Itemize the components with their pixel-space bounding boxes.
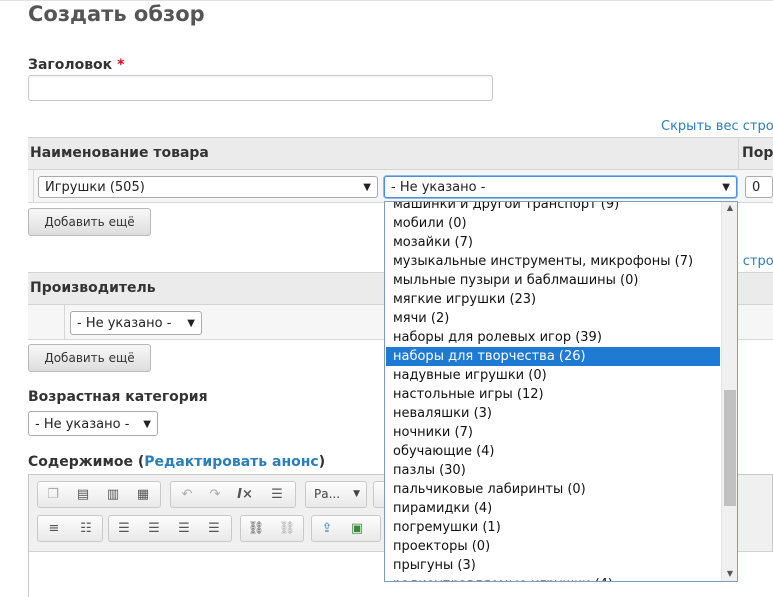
align-toolbar-group: ☰ ☰ ☰ ☰ [108,515,232,542]
dropdown-option[interactable]: музыкальные инструменты, микрофоны (7) [386,252,720,271]
dropdown-option[interactable]: пальчиковые лабиринты (0) [386,480,720,499]
upload-icon[interactable]: ⇪ [315,518,339,540]
copy-icon[interactable]: ❐ [41,484,65,506]
dropdown-option[interactable]: мягкие игрушки (23) [386,290,720,309]
dropdown-option[interactable]: мобили (0) [386,214,720,233]
title-input[interactable] [28,75,493,101]
dropdown-option[interactable]: надувные игрушки (0) [386,366,720,385]
horizontal-rule-icon[interactable]: ☰ [265,484,289,506]
dropdown-option[interactable]: наборы для творчества (26) [386,347,720,366]
age-category-select[interactable]: - Не указано - ▼ [28,411,158,436]
product-name-header: Наименование товара [30,145,209,161]
manufacturer-header: Производитель [30,280,156,296]
dropdown-option[interactable]: погремушки (1) [386,518,720,537]
scroll-thumb[interactable] [724,390,736,506]
unlink-icon[interactable]: ⛓ [275,518,299,540]
edit-teaser-link[interactable]: Редактировать анонс [144,454,318,470]
numbered-list-icon[interactable]: ≡ [42,518,66,540]
dropdown-option[interactable]: мозайки (7) [386,233,720,252]
age-category-select-value: - Не указано - [35,417,130,432]
scroll-down-icon[interactable]: ▼ [722,568,737,580]
chevron-down-icon: ▼ [722,182,730,193]
category-select[interactable]: Игрушки (505) ▼ [38,176,378,198]
remove-format-icon[interactable]: I× [233,484,257,506]
subcategory-dropdown-list[interactable]: машинки и другой транспорт (9) мобили (0)… [384,201,738,582]
dropdown-option[interactable]: пирамидки (4) [386,499,720,518]
justify-icon[interactable]: ☰ [202,518,226,540]
category-select-value: Игрушки (505) [45,180,145,195]
paste-text-icon[interactable]: ▥ [101,484,125,506]
chevron-down-icon: ▼ [363,182,371,193]
align-right-icon[interactable]: ☰ [172,518,196,540]
image-icon[interactable]: ▣ [345,518,369,540]
chevron-down-icon: ▼ [187,318,195,329]
dropdown-option[interactable]: прыгуны (3) [386,556,720,575]
chevron-down-icon: ▼ [353,489,360,499]
order-header: Пор [742,145,773,161]
link-icon[interactable]: ⛓ [244,518,268,540]
subcategory-select[interactable]: - Не указано - ▼ [384,176,737,198]
format-select[interactable]: Ра... ▼ [305,481,367,508]
page-title: Создать обзор [28,2,205,26]
title-label-text: Заголовок [28,57,113,73]
content-label-suffix: ) [318,454,326,470]
history-toolbar-group: ↶ ↷ I× ☰ [170,481,296,508]
title-label: Заголовок * [28,57,124,73]
subcategory-select-value: - Не указано - [391,180,486,195]
drag-handle-separator [33,170,34,203]
add-manufacturer-button[interactable]: Добавить ещё [28,344,151,372]
hide-weights-link[interactable]: Скрыть вес строк [661,119,773,134]
media-toolbar-group: ⇪ ▣ [311,515,381,542]
required-mark: * [117,57,125,73]
undo-icon[interactable]: ↶ [175,484,199,506]
align-center-icon[interactable]: ☰ [142,518,166,540]
dropdown-option[interactable]: неваляшки (3) [386,404,720,423]
scroll-up-icon[interactable]: ▲ [722,202,737,214]
clipboard-toolbar-group: ❐ ▤ ▥ ▦ [37,481,161,508]
align-left-icon[interactable]: ☰ [112,518,136,540]
link-toolbar-group: ⛓ ⛓ [240,515,304,542]
age-category-label: Возрастная категория [28,389,208,405]
redo-icon[interactable]: ↷ [203,484,227,506]
dropdown-scrollbar[interactable]: ▲ ▼ [721,202,737,581]
content-label-prefix: Содержимое ( [28,454,145,470]
chevron-down-icon: ▼ [143,419,151,430]
drag-handle-separator [64,305,65,340]
dropdown-option[interactable]: мячи (2) [386,309,720,328]
dropdown-option[interactable]: мыльные пузыри и баблмашины (0) [386,271,720,290]
dropdown-option[interactable]: настольные игры (12) [386,385,720,404]
paste-word-icon[interactable]: ▦ [131,484,155,506]
format-select-value: Ра... [314,487,341,501]
dropdown-option[interactable]: наборы для ролевых игор (39) [386,328,720,347]
manufacturer-select-value: - Не указано - [77,316,172,331]
dropdown-option[interactable]: проекторы (0) [386,537,720,556]
dropdown-option[interactable]: радиоуправляемые игрушки (4) [386,575,720,581]
dropdown-option[interactable]: пазлы (30) [386,461,720,480]
add-product-button[interactable]: Добавить ещё [28,208,151,236]
weight-select[interactable]: 0 [745,176,773,198]
paste-icon[interactable]: ▤ [71,484,95,506]
dropdown-option[interactable]: ночники (7) [386,423,720,442]
dropdown-option[interactable]: обучающие (4) [386,442,720,461]
list-toolbar-group: ≡ ☷ [37,515,103,542]
manufacturer-select[interactable]: - Не указано - ▼ [70,311,202,335]
bulleted-list-icon[interactable]: ☷ [74,518,98,540]
top-border [0,0,773,1]
weight-select-value: 0 [752,180,761,195]
content-label: Содержимое (Редактировать анонс) [28,454,325,470]
dropdown-option[interactable]: машинки и другой транспорт (9) [386,202,720,214]
